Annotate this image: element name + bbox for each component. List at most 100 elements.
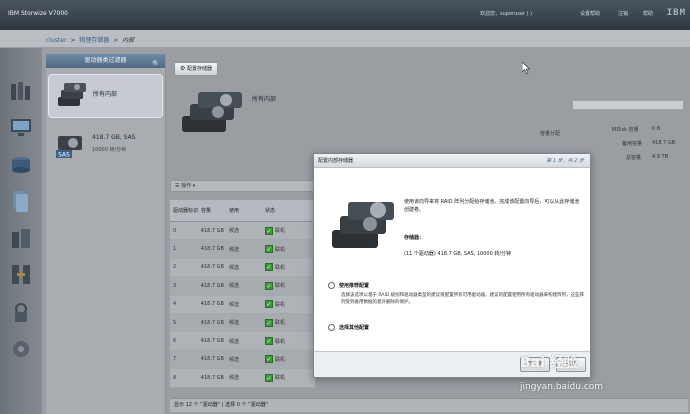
actions-icon: ☰ bbox=[175, 183, 180, 189]
drive-filter-title: 驱动器类过滤器 bbox=[84, 57, 127, 64]
status-bar: 显示 12 个 “驱动器” | 选择 0 个 “驱动器” bbox=[170, 398, 688, 412]
monitoring-icon[interactable] bbox=[8, 114, 34, 140]
sas-drive-icon: SAS bbox=[56, 136, 82, 159]
drive-filter-header: 驱动器类过滤器 🔍 bbox=[46, 54, 165, 68]
home-icon[interactable] bbox=[8, 78, 34, 104]
top-bar: IBM Storwize V7000 欢迎您，superuser ( ) 设置帮… bbox=[0, 0, 690, 30]
cell-status-text: 联机 bbox=[275, 338, 286, 345]
storage-label: 存储器： bbox=[404, 235, 425, 241]
option-recommended-label: 使用推荐配置 bbox=[339, 283, 370, 289]
table-row[interactable]: 5 418.7 GB 候选 ✓ 联机 bbox=[170, 313, 315, 333]
baidu-watermark: Bai 经验 bbox=[520, 355, 578, 371]
cell-capacity: 418.7 GB bbox=[200, 227, 224, 234]
cell-status: ✓ 联机 bbox=[262, 281, 312, 290]
cell-status-text: 联机 bbox=[275, 356, 286, 363]
cell-status-text: 联机 bbox=[275, 228, 286, 235]
cell-use: 候选 bbox=[229, 320, 240, 327]
table-row[interactable]: 2 418.7 GB 候选 ✓ 联机 bbox=[170, 258, 315, 278]
search-icon[interactable]: 🔍 bbox=[152, 57, 161, 71]
filter-item-sas[interactable]: SAS 418.7 GB, SAS 10000 转/分钟 bbox=[48, 124, 163, 168]
actions-label: 操作 bbox=[181, 183, 192, 189]
drive-filter-panel: 驱动器类过滤器 🔍 所有内部 SAS 418.7 GB, SAS 10000 转… bbox=[46, 54, 166, 414]
radio-other[interactable] bbox=[328, 324, 335, 331]
online-check-icon: ✓ bbox=[265, 263, 273, 272]
dialog-header: 配置内部存储器 第 1 步，共 2 步 bbox=[314, 154, 590, 168]
table-row[interactable]: 8 418.7 GB 候选 ✓ 联机 bbox=[170, 369, 315, 388]
breadcrumb-physical-storage[interactable]: 物理存储器 bbox=[79, 37, 109, 44]
product-name: IBM Storwize V7000 bbox=[8, 10, 68, 17]
table-row[interactable]: 0 418.7 GB 候选 ✓ 联机 bbox=[170, 222, 315, 241]
dialog-drive-stack-icon bbox=[332, 202, 394, 248]
radio-recommended[interactable] bbox=[328, 282, 335, 289]
top-link-logout[interactable]: 注销 bbox=[618, 10, 628, 17]
hero-title: 所有内部 bbox=[252, 96, 277, 103]
top-link-help[interactable]: 帮助 bbox=[643, 10, 653, 17]
cell-capacity: 418.7 GB bbox=[200, 282, 224, 289]
actions-toolbar[interactable]: ☰ 操作 ▾ bbox=[170, 180, 315, 192]
dialog-description: 使用该向导来将 RAID 阵列分配给存储池。完成该配置向导后，可以从此存储池创建… bbox=[404, 199, 580, 213]
online-check-icon: ✓ bbox=[265, 355, 273, 364]
filter-item-title: 418.7 GB, SAS bbox=[92, 134, 136, 141]
cell-drive-id: 1 bbox=[173, 246, 177, 253]
spare-capacity-label: 备用容量 bbox=[622, 141, 643, 147]
total-capacity-label: 总容量 bbox=[626, 155, 642, 161]
column-header-status[interactable]: 状态 bbox=[262, 207, 312, 214]
online-check-icon: ✓ bbox=[265, 300, 273, 309]
settings-icon[interactable] bbox=[8, 336, 34, 362]
mdisk-capacity-label: MDisk 容量 bbox=[612, 127, 639, 133]
cell-drive-id: 5 bbox=[173, 319, 177, 326]
filter-item-all-internal[interactable]: 所有内部 bbox=[48, 74, 163, 118]
pools-icon[interactable] bbox=[8, 152, 34, 178]
table-row[interactable]: 4 418.7 GB 候选 ✓ 联机 bbox=[170, 295, 315, 314]
table-row[interactable]: 7 418.7 GB 候选 ✓ 联机 bbox=[170, 350, 315, 370]
cell-drive-id: 0 bbox=[173, 227, 177, 234]
table-row[interactable]: 3 418.7 GB 候选 ✓ 联机 bbox=[170, 277, 315, 296]
volumes-icon[interactable] bbox=[8, 188, 34, 214]
ibm-logo: IBM bbox=[666, 8, 686, 18]
cell-use: 候选 bbox=[229, 246, 240, 253]
dialog-title: 配置内部存储器 bbox=[318, 158, 354, 164]
hero-drive-stack-icon bbox=[182, 92, 242, 132]
option-other-label: 选择其他配置 bbox=[339, 325, 370, 331]
cell-status-text: 联机 bbox=[275, 283, 286, 290]
option-recommended[interactable]: 使用推荐配置 bbox=[328, 282, 369, 289]
breadcrumb-bar: cluster > 物理存储器 > 内部 bbox=[0, 30, 690, 48]
copy-services-icon[interactable] bbox=[8, 262, 34, 288]
cell-status-text: 联机 bbox=[275, 320, 286, 327]
cell-drive-id: 8 bbox=[173, 374, 177, 381]
column-header-drive-id[interactable]: 驱动器标识 bbox=[170, 207, 198, 214]
nav-rail bbox=[0, 48, 42, 414]
top-link-settings[interactable]: 设置帮助 bbox=[580, 10, 600, 17]
table-row[interactable]: 6 418.7 GB 候选 ✓ 联机 bbox=[170, 332, 315, 351]
column-header-use[interactable]: 使用 bbox=[226, 207, 262, 214]
breadcrumb: cluster > 物理存储器 > 内部 bbox=[46, 35, 136, 44]
access-icon[interactable] bbox=[8, 300, 34, 326]
hosts-icon[interactable] bbox=[8, 226, 34, 252]
dialog-step: 第 1 步，共 2 步 bbox=[546, 158, 584, 164]
configure-internal-storage-dialog: 配置内部存储器 第 1 步，共 2 步 使用该向导来将 RAID 阵列分配给存储… bbox=[313, 153, 591, 378]
config-icon: ⚙ bbox=[180, 65, 186, 72]
cell-status: ✓ 联机 bbox=[262, 318, 312, 327]
breadcrumb-separator: > bbox=[70, 37, 76, 44]
online-check-icon: ✓ bbox=[265, 318, 273, 327]
cell-status: ✓ 联机 bbox=[262, 245, 312, 254]
storage-value: (11 个驱动器) 418.7 GB, SAS, 10000 转/分钟 bbox=[404, 251, 512, 257]
filter-item-title: 所有内部 bbox=[93, 91, 118, 98]
online-check-icon: ✓ bbox=[265, 373, 273, 382]
capacity-bar bbox=[572, 100, 684, 110]
column-header-capacity[interactable]: 容量 bbox=[198, 207, 226, 214]
breadcrumb-cluster[interactable]: cluster bbox=[46, 37, 66, 44]
cell-status-text: 联机 bbox=[275, 301, 286, 308]
configure-storage-button[interactable]: ⚙ 配置存储器 bbox=[174, 62, 218, 76]
drive-stack-icon bbox=[58, 83, 86, 106]
cell-status-text: 联机 bbox=[275, 246, 286, 253]
svg-text:SAS: SAS bbox=[58, 152, 70, 159]
table-row[interactable]: 1 418.7 GB 候选 ✓ 联机 bbox=[170, 240, 315, 259]
filter-item-subtitle: 10000 转/分钟 bbox=[92, 147, 127, 153]
spare-capacity-value: 418.7 GB bbox=[652, 140, 676, 146]
cell-use: 候选 bbox=[229, 375, 240, 382]
cell-status: ✓ 联机 bbox=[262, 263, 312, 272]
cell-drive-id: 2 bbox=[173, 264, 177, 271]
option-other[interactable]: 选择其他配置 bbox=[328, 324, 369, 331]
welcome-text: 欢迎您，superuser ( ) bbox=[480, 11, 533, 17]
